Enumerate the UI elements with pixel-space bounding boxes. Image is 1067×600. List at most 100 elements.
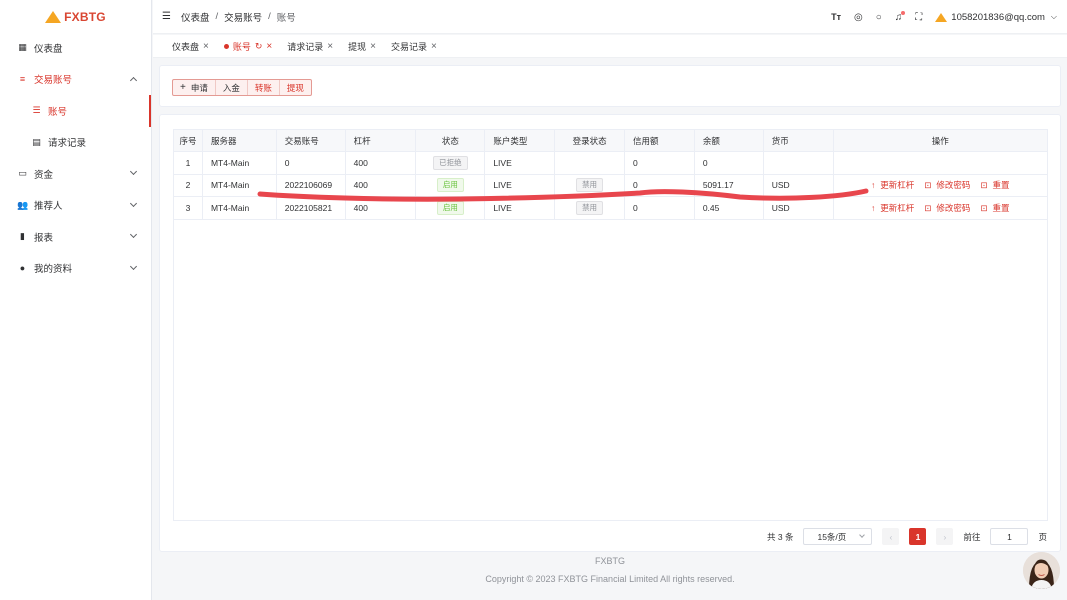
status-badge: 启用 (436, 178, 464, 193)
header-account: 交易账号 (277, 130, 346, 151)
lock-icon: ⊡ (924, 180, 932, 191)
breadcrumb-separator: / (215, 11, 219, 22)
tab-trade-records[interactable]: 交易记录 × (391, 40, 437, 53)
card-icon: ▭ (18, 168, 27, 179)
tab-label: 交易记录 (390, 41, 427, 52)
close-icon[interactable]: × (266, 41, 272, 52)
table-row: 1 MT4-Main 0 400 已拒绝 LIVE 0 0 (174, 152, 1047, 175)
tab-withdraw[interactable]: 提现 × (348, 40, 376, 53)
header-server: 服务器 (203, 130, 277, 151)
reset-button[interactable]: ⊡ 重置 (980, 179, 1009, 191)
chevron-down-icon (129, 167, 138, 176)
brand-logo[interactable]: FXBTG (0, 0, 151, 34)
sidebar-item-label: 请求记录 (48, 138, 87, 150)
page-size-value: 15条/页 (817, 531, 847, 542)
arrow-up-icon: ↑ (870, 180, 876, 191)
close-icon[interactable]: × (370, 41, 376, 52)
hamburger-icon[interactable]: ☰ (162, 11, 171, 22)
sidebar-item-referrer[interactable]: 👥 推荐人 (0, 190, 151, 222)
fullscreen-icon[interactable]: ⛶ (915, 12, 922, 23)
op-label: 更新杠杆 (880, 202, 915, 213)
sidebar-item-label: 报表 (34, 232, 54, 244)
sidebar-item-request-records[interactable]: ▤ 请求记录 (0, 127, 151, 159)
table-card: 序号 服务器 交易账号 杠杆 状态 账户类型 登录状态 信用额 余额 货币 操作… (159, 114, 1061, 552)
cell-server: MT4-Main (203, 174, 277, 196)
cell-type: LIVE (485, 152, 556, 174)
bell-icon[interactable]: ♫ (895, 10, 906, 23)
target-icon[interactable]: ◎ (854, 12, 863, 23)
page-size-select[interactable]: 15条/页 (803, 528, 873, 545)
header-type: 账户类型 (485, 130, 556, 151)
cell-operations: ↑ 更新杠杆 ⊡ 修改密码 ⊡ 重置 (834, 175, 1047, 197)
accounts-table: 序号 服务器 交易账号 杠杆 状态 账户类型 登录状态 信用额 余额 货币 操作… (173, 129, 1048, 521)
sidebar-item-dashboard[interactable]: ▦ 仪表盘 (0, 32, 151, 64)
sidebar-item-accounts[interactable]: ☰ 账号 (0, 95, 151, 127)
tabs-bar: 仪表盘 × 账号 ↻ × 请求记录 × 提现 × 交易记录 × (153, 35, 1067, 58)
tab-dashboard[interactable]: 仪表盘 × (172, 40, 209, 53)
sidebar-item-profile[interactable]: ● 我的资料 (0, 253, 151, 285)
breadcrumb-item[interactable]: 交易账号 (224, 10, 262, 24)
header-balance: 余额 (695, 130, 764, 151)
sidebar-item-label: 推荐人 (34, 201, 63, 213)
document-icon: ▤ (32, 136, 41, 147)
op-label: 修改密码 (936, 180, 971, 191)
sidebar-item-trading-accounts[interactable]: ≡ 交易账号 (0, 64, 151, 96)
current-page-button[interactable]: 1 (909, 528, 927, 545)
header-status: 状态 (416, 130, 486, 151)
transfer-button[interactable]: 转账 (248, 80, 280, 95)
prev-page-button[interactable]: ‹ (882, 528, 900, 545)
sidebar-item-label: 仪表盘 (34, 43, 63, 55)
sidebar-item-label: 交易账号 (34, 75, 73, 87)
change-password-button[interactable]: ⊡ 修改密码 (924, 179, 970, 191)
logo-triangle-icon (45, 11, 62, 23)
plus-icon: + (180, 82, 186, 93)
chevron-down-icon (129, 199, 138, 207)
update-leverage-button[interactable]: ↑ 更新杠杆 (871, 202, 914, 214)
sidebar-item-reports[interactable]: ▮ 报表 (0, 221, 151, 253)
header-leverage: 杠杆 (346, 130, 417, 151)
cell-credit: 0 (625, 197, 695, 219)
font-size-icon[interactable]: Tт (831, 12, 841, 22)
change-password-button[interactable]: ⊡ 修改密码 (924, 202, 970, 214)
apply-label: 申请 (190, 82, 208, 93)
chevron-down-icon: ⌵ (1050, 12, 1057, 21)
breadcrumb-separator: / (268, 11, 271, 22)
header-credit: 信用额 (625, 130, 695, 151)
login-status-badge: 禁用 (576, 178, 604, 193)
close-icon[interactable]: × (203, 41, 209, 52)
user-menu[interactable]: 1058201836@qq.com ⌵ (935, 12, 1057, 23)
search-icon[interactable]: ○ (876, 12, 882, 23)
cell-server: MT4-Main (203, 197, 277, 219)
deposit-button[interactable]: 入金 (216, 80, 248, 95)
update-leverage-button[interactable]: ↑ 更新杠杆 (871, 179, 914, 191)
cell-balance: 0 (695, 152, 764, 174)
breadcrumb-item[interactable]: 仪表盘 (181, 10, 210, 24)
tab-request-records[interactable]: 请求记录 × (287, 40, 333, 53)
list-icon: ☰ (32, 105, 41, 116)
sidebar-item-funds[interactable]: ▭ 资金 (0, 158, 151, 190)
footer-copyright: Copyright © 2023 FXBTG Financial Limited… (485, 574, 735, 584)
next-page-button[interactable]: › (936, 528, 954, 545)
bar-chart-icon: ▮ (20, 231, 25, 242)
withdraw-button[interactable]: 提现 (280, 80, 311, 95)
cell-account: 0 (277, 152, 346, 174)
cell-status: 启用 (416, 174, 486, 196)
apply-button[interactable]: + 申请 (173, 80, 216, 95)
header-no: 序号 (174, 130, 203, 151)
close-icon[interactable]: × (431, 41, 437, 52)
op-label: 修改密码 (936, 202, 971, 213)
sidebar-item-label: 资金 (34, 169, 54, 181)
action-button-group: + 申请 入金 转账 提现 (172, 79, 312, 96)
support-avatar-image (1023, 552, 1060, 589)
tab-accounts[interactable]: 账号 ↻ × (223, 40, 272, 53)
close-icon[interactable]: × (327, 41, 333, 52)
footer: FXBTG Copyright © 2023 FXBTG Financial L… (153, 556, 1067, 584)
goto-page-input[interactable]: 1 (990, 528, 1029, 545)
reset-button[interactable]: ⊡ 重置 (980, 202, 1009, 214)
pagination: 共 3 条 15条/页 ‹ 1 › 前往 1 页 (767, 528, 1047, 545)
op-label: 更新杠杆 (880, 180, 915, 191)
refresh-icon[interactable]: ↻ (255, 41, 263, 52)
breadcrumb-current: 账号 (276, 12, 296, 24)
cell-currency: USD (764, 174, 834, 196)
support-avatar[interactable] (1023, 552, 1060, 589)
